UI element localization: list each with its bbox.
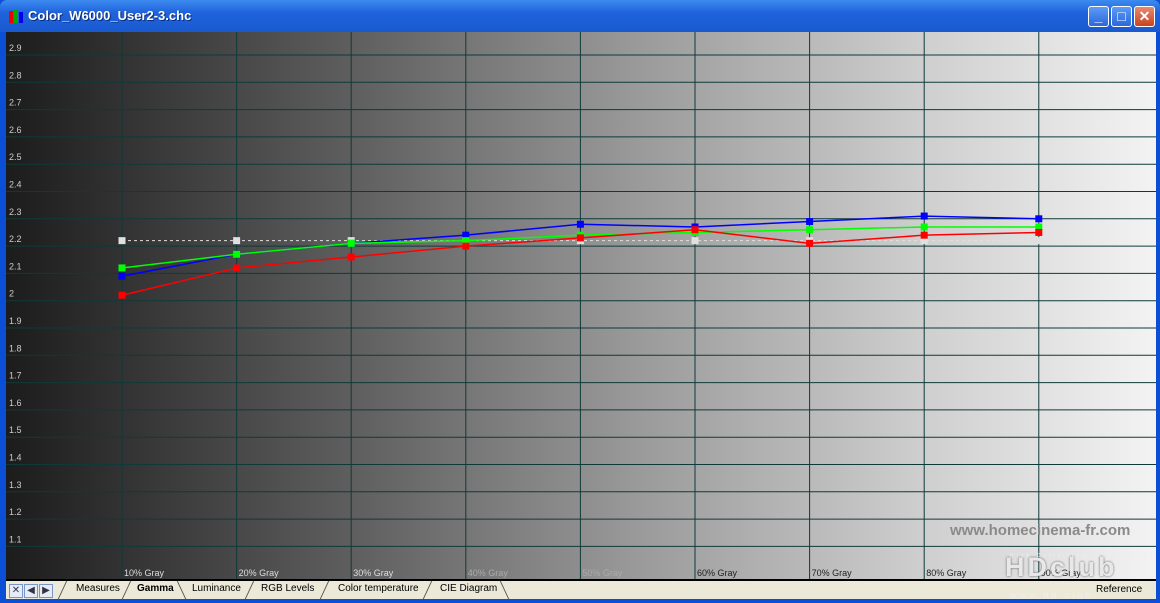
legend-reference: Reference	[1096, 584, 1143, 595]
y-tick-label: 2	[9, 289, 14, 299]
gamma-chart: 1.1 1.2 1.3 1.4 1.5 1.6 1.7 1.8 1.9 2 2.1 2.2 2.3 2.4…	[6, 32, 1156, 579]
tab-luminance[interactable]: Luminance	[192, 583, 241, 594]
data-point-green	[118, 264, 126, 272]
data-point-green	[920, 223, 928, 231]
y-tick-label: 2.9	[9, 43, 22, 53]
data-point-reference	[233, 237, 241, 245]
x-tick-label: 20% Gray	[239, 568, 280, 578]
data-point-red	[462, 242, 470, 250]
chart-svg: 1.1 1.2 1.3 1.4 1.5 1.6 1.7 1.8 1.9 2 2.1 2.2 2.3 2.4…	[6, 32, 1156, 579]
x-tick-label: 70% Gray	[812, 568, 853, 578]
data-point-red	[806, 239, 814, 247]
data-point-green	[233, 250, 241, 258]
y-tick-label: 2.3	[9, 207, 22, 217]
y-tick-label: 2.5	[9, 152, 22, 162]
minimize-button[interactable]: _	[1088, 6, 1109, 27]
y-tick-label: 2.8	[9, 70, 22, 80]
y-tick-label: 2.6	[9, 125, 22, 135]
y-tick-label: 1.6	[9, 398, 22, 408]
x-tick-label: 60% Gray	[697, 568, 738, 578]
y-tick-label: 2.7	[9, 98, 22, 108]
tab-cie-diagram[interactable]: CIE Diagram	[440, 583, 497, 594]
y-tick-label: 2.1	[9, 261, 22, 271]
maximize-button[interactable]: □	[1111, 6, 1132, 27]
tab-color-temperature[interactable]: Color temperature	[338, 583, 419, 594]
y-tick-label: 1.1	[9, 534, 22, 544]
data-point-blue	[118, 272, 126, 280]
y-tick-label: 1.2	[9, 507, 22, 517]
tab-gamma[interactable]: Gamma	[137, 583, 174, 594]
tab-rgb-levels[interactable]: RGB Levels	[261, 583, 314, 594]
y-tick-label: 1.9	[9, 316, 22, 326]
data-point-blue	[1035, 215, 1043, 223]
data-point-red	[1035, 228, 1043, 236]
data-point-blue	[576, 220, 584, 228]
y-tick-label: 2.2	[9, 234, 22, 244]
x-tick-label: 40% Gray	[468, 568, 509, 578]
y-tick-label: 1.8	[9, 343, 22, 353]
x-tick-label: 50% Gray	[582, 568, 623, 578]
data-point-green	[806, 226, 814, 234]
data-point-red	[576, 234, 584, 242]
data-point-blue	[806, 218, 814, 226]
y-tick-label: 1.3	[9, 480, 22, 490]
title-bar: Color_W6000_User2-3.chc _ □ ✕	[0, 0, 1160, 32]
x-tick-label: 80% Gray	[926, 568, 967, 578]
data-point-red	[118, 291, 126, 299]
watermark-url: www.hd.club	[1010, 590, 1094, 600]
watermark-club: High Definition Vision Club	[1010, 553, 1151, 559]
data-point-reference	[691, 237, 699, 245]
x-tick-label: 30% Gray	[353, 568, 394, 578]
data-point-red	[691, 226, 699, 234]
close-button[interactable]: ✕	[1134, 6, 1155, 27]
data-point-reference	[1035, 237, 1043, 245]
y-tick-label: 1.5	[9, 425, 22, 435]
data-point-red	[347, 253, 355, 261]
watermark-site: www.homecinema-fr.com	[950, 522, 1131, 539]
x-tick-label: 10% Gray	[124, 568, 165, 578]
y-tick-label: 2.4	[9, 180, 22, 190]
tab-bar: ✕ ◀ ▶ Measures Gamma Luminance RGB Level…	[6, 579, 1156, 599]
window-title: Color_W6000_User2-3.chc	[28, 8, 192, 23]
data-point-green	[347, 239, 355, 247]
data-point-red	[233, 264, 241, 272]
y-tick-label: 1.4	[9, 453, 22, 463]
data-point-red	[920, 231, 928, 239]
data-point-blue	[920, 212, 928, 220]
tab-measures[interactable]: Measures	[76, 583, 120, 594]
prev-tab-button[interactable]: ◀	[24, 584, 38, 598]
data-point-reference	[118, 237, 126, 245]
close-tab-button[interactable]: ✕	[9, 584, 23, 598]
app-icon	[9, 9, 23, 23]
y-tick-label: 1.7	[9, 371, 22, 381]
next-tab-button[interactable]: ▶	[39, 584, 53, 598]
